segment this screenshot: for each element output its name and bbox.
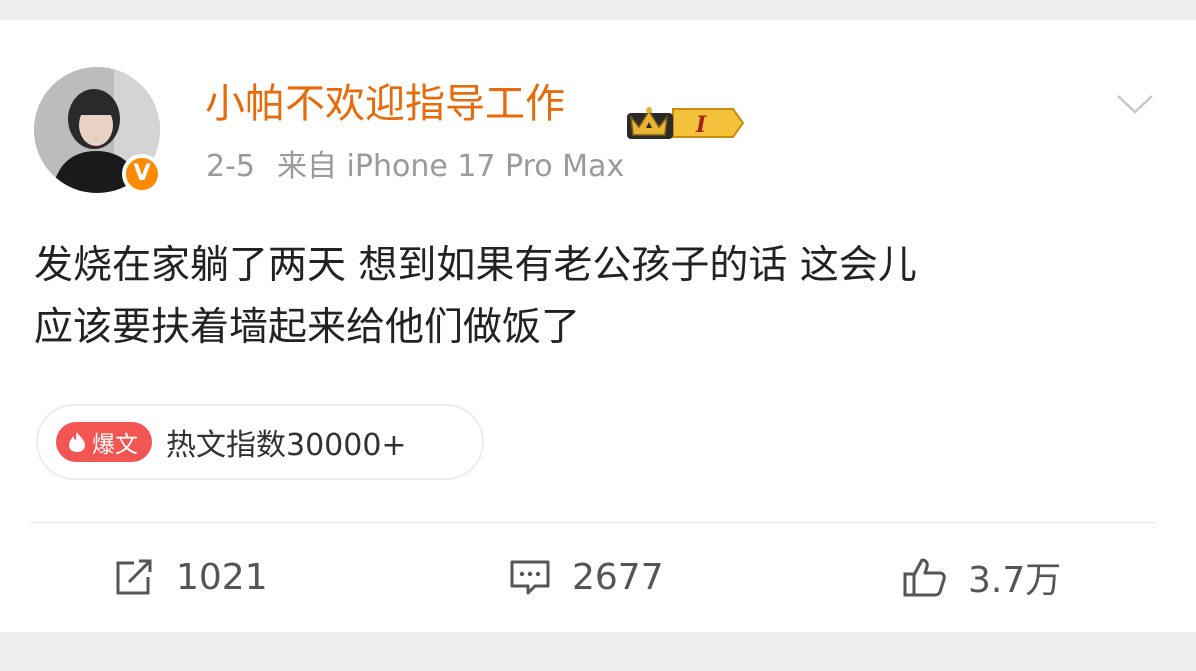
verified-badge-icon: V — [122, 154, 162, 194]
flame-icon — [69, 432, 85, 452]
thumbs-up-icon — [903, 558, 946, 597]
divider — [30, 522, 1156, 523]
post-meta: 2-5 来自 iPhone 17 Pro Max — [206, 147, 624, 187]
hot-tag: 爆文 — [56, 422, 152, 462]
repost-icon — [116, 559, 152, 595]
post-source: 来自 iPhone 17 Pro Max — [277, 149, 625, 184]
post-text-line: 应该要扶着墙起来给他们做饭了 — [34, 305, 581, 350]
chevron-down-icon[interactable] — [1115, 92, 1155, 116]
comment-count: 2677 — [572, 556, 664, 598]
post-card: V 小帕不欢迎指导工作 I 2-5 来自 iPhone 17 Pro Max 发烧… — [0, 20, 1196, 632]
crown-level-icon[interactable]: I — [625, 103, 747, 143]
hot-article-chip[interactable]: 爆文 热文指数30000+ — [36, 404, 484, 480]
hot-tag-label: 爆文 — [92, 432, 138, 458]
comment-button[interactable]: 2677 — [508, 552, 664, 602]
comment-icon — [510, 560, 550, 595]
level-badge-label: I — [695, 112, 707, 138]
repost-button[interactable]: 1021 — [112, 552, 268, 602]
username[interactable]: 小帕不欢迎指导工作 — [205, 80, 565, 128]
like-button[interactable]: 3.7万 — [902, 552, 1061, 602]
hot-index-text: 热文指数30000+ — [166, 428, 407, 463]
repost-count: 1021 — [176, 556, 268, 598]
post-date: 2-5 — [206, 149, 255, 184]
like-count: 3.7万 — [968, 560, 1062, 601]
post-text-line: 发烧在家躺了两天 想到如果有老公孩子的话 这会儿 — [34, 243, 917, 288]
post-text: 发烧在家躺了两天 想到如果有老公孩子的话 这会儿 应该要扶着墙起来给他们做饭了 — [34, 235, 1164, 359]
